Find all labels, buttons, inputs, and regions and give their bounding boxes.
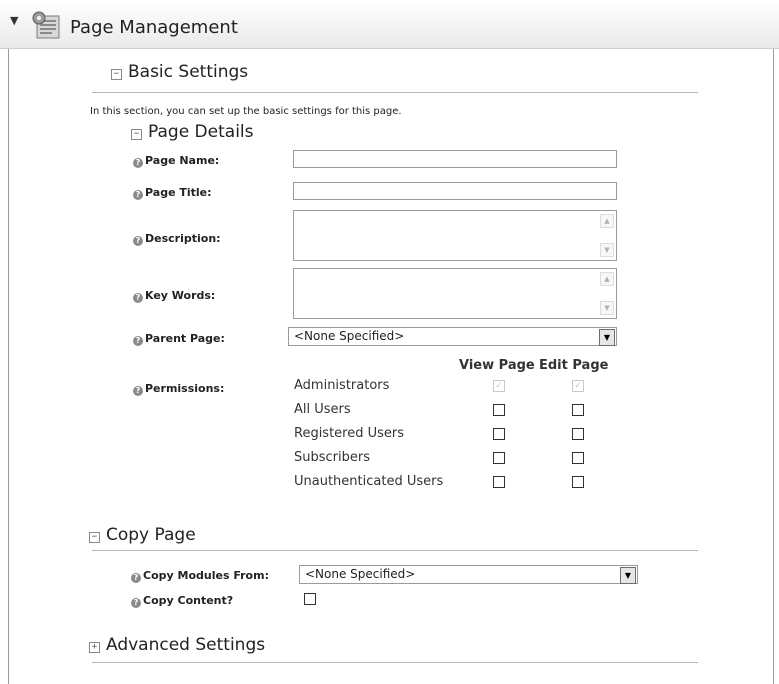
- permission-role-label: Administrators: [294, 378, 390, 393]
- permissions-label: ? Permissions:: [133, 382, 224, 396]
- basic-settings-divider: [92, 92, 698, 93]
- copy-content-checkbox[interactable]: [304, 593, 316, 605]
- view-page-checkbox[interactable]: [493, 452, 505, 464]
- view-page-checkbox[interactable]: [493, 476, 505, 488]
- help-icon[interactable]: ?: [131, 598, 141, 608]
- description-label: ? Description:: [133, 232, 221, 246]
- permission-role-label: All Users: [294, 402, 351, 417]
- help-icon[interactable]: ?: [133, 236, 143, 246]
- copy-modules-select[interactable]: <None Specified> ▼: [299, 565, 638, 584]
- copy-page-divider: [92, 550, 698, 551]
- help-icon[interactable]: ?: [131, 573, 141, 583]
- keywords-textarea[interactable]: ▲ ▼: [293, 268, 617, 319]
- edit-page-column-header: Edit Page: [539, 358, 609, 373]
- copy-modules-label: ? Copy Modules From:: [131, 569, 269, 583]
- collapse-module-icon[interactable]: ▼: [10, 14, 18, 27]
- chevron-down-icon[interactable]: ▼: [620, 567, 636, 584]
- edit-page-checkbox[interactable]: [572, 476, 584, 488]
- page-title: Page Management: [70, 17, 238, 38]
- edit-page-checkbox: ✓: [572, 380, 584, 392]
- copy-content-label: ? Copy Content?: [131, 594, 233, 608]
- view-page-column-header: View Page: [459, 358, 535, 373]
- permission-role-label: Unauthenticated Users: [294, 474, 444, 489]
- permission-role-label: Registered Users: [294, 426, 405, 441]
- scroll-down-icon[interactable]: ▼: [600, 301, 614, 315]
- permission-role-label: Subscribers: [294, 450, 370, 465]
- parent-page-value: <None Specified>: [294, 329, 405, 343]
- basic-settings-intro: In this section, you can set up the basi…: [90, 106, 402, 117]
- scroll-down-icon[interactable]: ▼: [600, 243, 614, 257]
- scroll-up-icon[interactable]: ▲: [600, 272, 614, 286]
- page-title-label: ? Page Title:: [133, 186, 212, 200]
- page-name-input[interactable]: [293, 150, 617, 168]
- copy-modules-value: <None Specified>: [305, 567, 416, 581]
- keywords-label: ? Key Words:: [133, 289, 215, 303]
- chevron-down-icon[interactable]: ▼: [599, 329, 615, 346]
- basic-settings-title[interactable]: Basic Settings: [128, 62, 248, 82]
- advanced-settings-divider: [92, 662, 698, 663]
- edit-page-checkbox[interactable]: [572, 452, 584, 464]
- module-header: ▼ Page Management: [0, 0, 779, 49]
- edit-page-checkbox[interactable]: [572, 428, 584, 440]
- page-details-toggle[interactable]: −: [131, 129, 142, 140]
- help-icon[interactable]: ?: [133, 190, 143, 200]
- edit-page-checkbox[interactable]: [572, 404, 584, 416]
- copy-page-toggle[interactable]: −: [89, 532, 100, 543]
- basic-settings-toggle[interactable]: −: [111, 69, 122, 80]
- help-icon[interactable]: ?: [133, 336, 143, 346]
- help-icon[interactable]: ?: [133, 386, 143, 396]
- view-page-checkbox: ✓: [493, 380, 505, 392]
- advanced-settings-title[interactable]: Advanced Settings: [106, 635, 265, 655]
- parent-page-label: ? Parent Page:: [133, 332, 225, 346]
- page-title-input[interactable]: [293, 182, 617, 200]
- view-page-checkbox[interactable]: [493, 428, 505, 440]
- page-details-title[interactable]: Page Details: [148, 122, 254, 142]
- parent-page-select[interactable]: <None Specified> ▼: [288, 327, 617, 346]
- view-page-checkbox[interactable]: [493, 404, 505, 416]
- copy-page-title[interactable]: Copy Page: [106, 525, 196, 545]
- scroll-up-icon[interactable]: ▲: [600, 214, 614, 228]
- advanced-settings-toggle[interactable]: +: [89, 642, 100, 653]
- help-icon[interactable]: ?: [133, 293, 143, 303]
- page-name-label: ? Page Name:: [133, 154, 219, 168]
- page-module-icon: [32, 11, 60, 39]
- description-textarea[interactable]: ▲ ▼: [293, 210, 617, 261]
- help-icon[interactable]: ?: [133, 158, 143, 168]
